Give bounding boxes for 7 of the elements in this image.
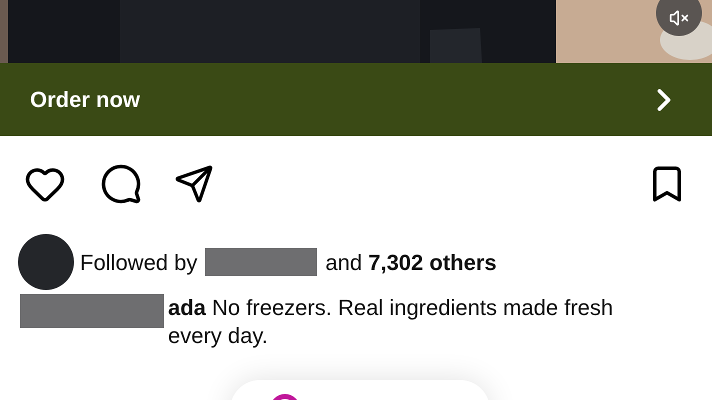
caption-text: ada No freezers. Real ingredients made fresh every day. bbox=[168, 294, 614, 350]
order-now-button[interactable]: Order now bbox=[0, 63, 712, 136]
muted-speaker-icon bbox=[669, 8, 689, 28]
followers-count-text: and 7,302 others bbox=[325, 248, 497, 276]
comment-icon[interactable] bbox=[100, 163, 142, 205]
share-icon[interactable] bbox=[174, 164, 214, 204]
followed-by-text: Followed by bbox=[80, 248, 198, 277]
